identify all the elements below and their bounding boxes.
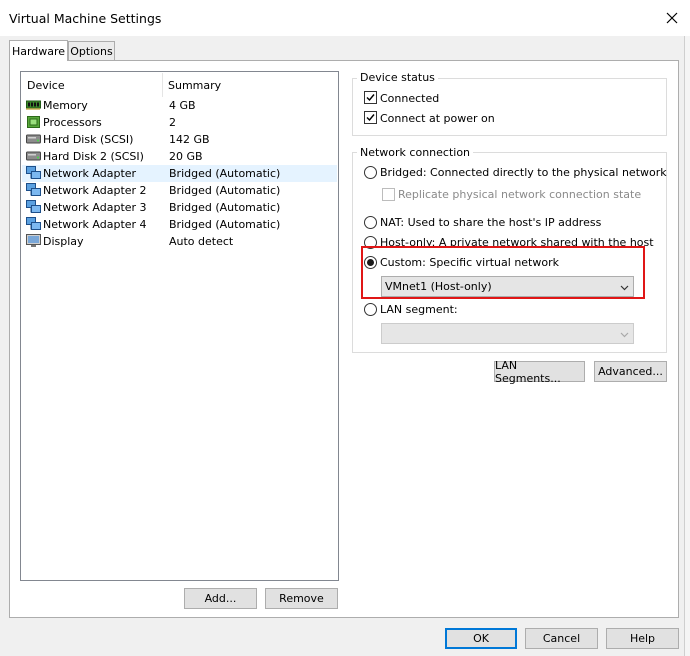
network-adapter-icon [26, 166, 41, 180]
device-name: Network Adapter 2 [43, 184, 147, 197]
device-summary: 4 GB [169, 99, 196, 112]
device-list[interactable]: Device Summary Memory 4 GB Processors 2 … [20, 71, 339, 581]
device-name: Network Adapter [43, 167, 137, 180]
remove-button[interactable]: Remove [265, 588, 338, 609]
checkmark-icon [366, 114, 375, 122]
column-header-device[interactable]: Device [21, 72, 162, 98]
tab-hardware-label: Hardware [11, 44, 66, 58]
device-status-title: Device status [357, 71, 438, 84]
device-name: Memory [43, 99, 88, 112]
lan-segment-label[interactable]: LAN segment: [380, 303, 458, 316]
checkmark-icon [366, 94, 375, 102]
cancel-button[interactable]: Cancel [525, 628, 598, 649]
tab-hardware[interactable]: Hardware [9, 40, 68, 61]
hard-disk-icon [26, 149, 41, 163]
device-name: Network Adapter 3 [43, 201, 147, 214]
device-row-network-adapter-3[interactable]: Network Adapter 3 Bridged (Automatic) [22, 199, 337, 216]
memory-icon [26, 98, 41, 112]
device-row-display[interactable]: Display Auto detect [22, 233, 337, 250]
device-summary: 2 [169, 116, 176, 129]
device-row-hard-disk-2[interactable]: Hard Disk 2 (SCSI) 20 GB [22, 148, 337, 165]
lan-segments-button-label: LAN Segments... [495, 358, 561, 385]
connect-at-power-on-label[interactable]: Connect at power on [380, 112, 495, 125]
device-summary: 20 GB [169, 150, 203, 163]
connected-checkbox[interactable] [364, 91, 377, 104]
network-adapter-icon [26, 217, 41, 231]
tab-options[interactable]: Options [68, 41, 115, 60]
cancel-button-label: Cancel [542, 632, 581, 645]
network-connection-title: Network connection [357, 146, 474, 159]
lan-segment-dropdown[interactable] [381, 323, 634, 344]
help-button[interactable]: Help [606, 628, 679, 649]
window-title: Virtual Machine Settings [9, 11, 162, 26]
device-name: Network Adapter 4 [43, 218, 147, 231]
device-summary: Bridged (Automatic) [169, 218, 281, 231]
chevron-down-icon [620, 329, 629, 338]
bridged-radio[interactable] [364, 166, 377, 179]
lan-segments-button[interactable]: LAN Segments... [494, 358, 585, 385]
device-row-network-adapter-4[interactable]: Network Adapter 4 Bridged (Automatic) [22, 216, 337, 233]
device-summary: Bridged (Automatic) [169, 184, 281, 197]
nat-radio[interactable] [364, 216, 377, 229]
replicate-state-label[interactable]: Replicate physical network connection st… [398, 188, 641, 201]
add-button-label: Add... [204, 592, 237, 605]
device-row-memory[interactable]: Memory 4 GB [22, 97, 337, 114]
replicate-state-checkbox[interactable] [382, 188, 395, 201]
network-adapter-icon [26, 183, 41, 197]
device-summary: Auto detect [169, 235, 234, 248]
device-summary: Bridged (Automatic) [169, 167, 281, 180]
processor-icon [26, 115, 41, 129]
highlight-annotation-box [361, 246, 645, 299]
help-button-label: Help [629, 632, 656, 645]
column-header-summary[interactable]: Summary [162, 72, 338, 98]
hard-disk-icon [26, 132, 41, 146]
bridged-label[interactable]: Bridged: Connected directly to the physi… [380, 166, 667, 179]
connected-label[interactable]: Connected [380, 92, 439, 105]
display-icon [26, 234, 41, 248]
title-bar: Virtual Machine Settings [0, 0, 690, 36]
device-summary: 142 GB [169, 133, 210, 146]
device-name: Hard Disk 2 (SCSI) [43, 150, 144, 163]
column-header-summary-label: Summary [168, 78, 222, 92]
advanced-button-label: Advanced... [598, 365, 663, 378]
device-row-network-adapter[interactable]: Network Adapter Bridged (Automatic) [22, 165, 337, 182]
ok-button-label: OK [473, 632, 489, 645]
nat-label[interactable]: NAT: Used to share the host's IP address [380, 216, 601, 229]
device-row-network-adapter-2[interactable]: Network Adapter 2 Bridged (Automatic) [22, 182, 337, 199]
column-header-device-label: Device [27, 78, 65, 92]
tab-options-label: Options [70, 44, 113, 58]
advanced-button[interactable]: Advanced... [594, 361, 667, 382]
device-summary: Bridged (Automatic) [169, 201, 281, 214]
device-row-processors[interactable]: Processors 2 [22, 114, 337, 131]
device-status-group [352, 78, 667, 136]
device-name: Display [43, 235, 84, 248]
device-name: Processors [43, 116, 102, 129]
device-name: Hard Disk (SCSI) [43, 133, 134, 146]
network-adapter-icon [26, 200, 41, 214]
background-window-edge [684, 36, 690, 656]
remove-button-label: Remove [279, 592, 324, 605]
lan-segment-radio[interactable] [364, 303, 377, 316]
close-icon[interactable] [658, 4, 686, 32]
device-row-hard-disk[interactable]: Hard Disk (SCSI) 142 GB [22, 131, 337, 148]
connect-at-power-on-checkbox[interactable] [364, 111, 377, 124]
add-button[interactable]: Add... [184, 588, 257, 609]
ok-button[interactable]: OK [445, 628, 517, 649]
